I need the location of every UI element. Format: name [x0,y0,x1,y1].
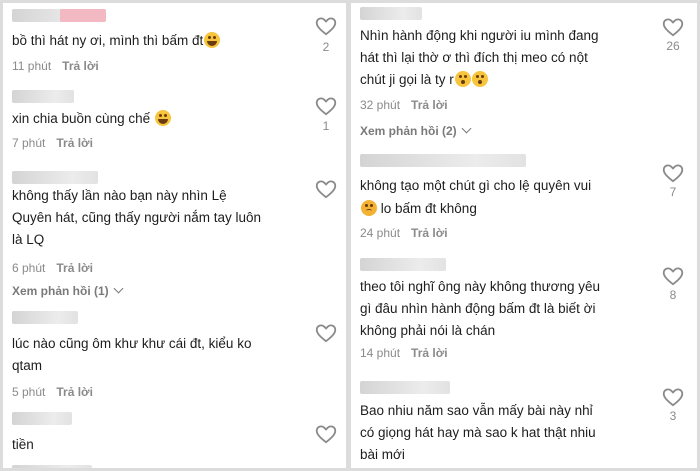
comment-text-content: xin chia buồn cùng chế [12,111,151,126]
comment-text: lúc nào cũng ôm khư khư cái đt, kiểu ko … [12,336,252,373]
username-highlight [60,9,106,22]
comment-text: Nhìn hành động khi người iu mình đang há… [360,25,650,91]
username-redacted[interactable] [360,258,446,271]
heart-icon[interactable] [662,266,684,286]
view-replies-button[interactable]: Xem phản hồi (1) [12,283,124,298]
comments-panel-left: bồ thì hát ny ơi, mình thì bấm đt 11 phú… [3,3,346,468]
comment-text-line2: lo bấm đt không [360,198,650,220]
comment-time: 14 phút [360,346,401,360]
pleading-emoji-icon [361,200,377,216]
comment-meta: 11 phút Trả lời [12,59,99,73]
comment-meta: 14 phút Trả lời [360,346,448,360]
username-redacted[interactable] [12,311,78,324]
heart-icon[interactable] [315,179,337,199]
comment-time: 6 phút [12,261,46,275]
laughing-emoji-icon [204,32,221,48]
reply-button[interactable]: Trả lời [56,261,93,275]
comment-text-content: lo bấm đt không [380,201,477,216]
comment-meta: 32 phút Trả lời [360,98,448,112]
heart-icon[interactable] [315,424,337,444]
heart-icon[interactable] [662,17,684,37]
reply-button[interactable]: Trả lời [411,226,448,240]
chevron-down-icon [113,283,124,294]
comment-time: 5 phút [12,385,46,399]
heart-icon[interactable] [662,163,684,183]
comment-meta: 7 phút Trả lời [12,136,93,150]
next-username-redacted [12,465,92,468]
username-redacted[interactable] [12,412,72,425]
chevron-down-icon [461,123,472,134]
username-redacted[interactable] [12,90,74,103]
comments-panel-right: Nhìn hành động khi người iu mình đang há… [351,3,697,468]
reply-button[interactable]: Trả lời [411,98,448,112]
username-redacted[interactable] [360,381,450,394]
like-count: 26 [666,39,680,53]
laughing-emoji-icon [154,110,171,126]
comment-time: 7 phút [12,136,46,150]
comment-text-content: không tạo một chút gì cho lệ quyên vui [360,178,592,193]
comment-text: bồ thì hát ny ơi, mình thì bấm đt [12,30,302,52]
comment-meta: 6 phút Trả lời [12,261,93,275]
comment-meta: 24 phút Trả lời [360,226,448,240]
comment-meta: 5 phút Trả lời [12,385,93,399]
like-count: 8 [669,288,677,302]
comment-text: không tạo một chút gì cho lệ quyên vui [360,175,650,197]
heart-icon[interactable] [315,16,337,36]
heart-icon[interactable] [662,387,684,407]
like-count: 3 [669,409,677,423]
flushed-emoji-icon [471,71,488,87]
username-redacted[interactable] [360,154,526,167]
comment-time: 32 phút [360,98,401,112]
comment-text: tiền [12,437,34,452]
comment-text: theo tôi nghĩ ông này không thương yêu g… [360,279,601,338]
view-replies-label: Xem phản hồi (1) [12,284,109,298]
flushed-emoji-icon [454,71,471,87]
comment-time: 24 phút [360,226,401,240]
like-count: 7 [669,185,677,199]
comment-text: không thấy lần nào bạn này nhìn Lệ Quyên… [12,188,262,247]
comment-text-content: bồ thì hát ny ơi, mình thì bấm đt [12,33,204,48]
reply-button[interactable]: Trả lời [56,136,93,150]
view-replies-label: Xem phản hồi (2) [360,124,457,138]
username-redacted[interactable] [12,171,98,184]
heart-icon[interactable] [315,323,337,343]
heart-icon[interactable] [315,96,337,116]
reply-button[interactable]: Trả lời [62,59,99,73]
username-redacted[interactable] [360,7,422,20]
username-redacted[interactable] [12,9,106,22]
like-count: 1 [322,119,330,133]
comment-text: xin chia buồn cùng chế [12,108,302,130]
comment-time: 11 phút [12,59,52,73]
like-count: 2 [322,40,330,54]
view-replies-button[interactable]: Xem phản hồi (2) [360,123,472,138]
reply-button[interactable]: Trả lời [411,346,448,360]
comment-text: Bao nhiu năm sao vẫn mấy bài này nhỉ có … [360,403,596,462]
reply-button[interactable]: Trả lời [56,385,93,399]
